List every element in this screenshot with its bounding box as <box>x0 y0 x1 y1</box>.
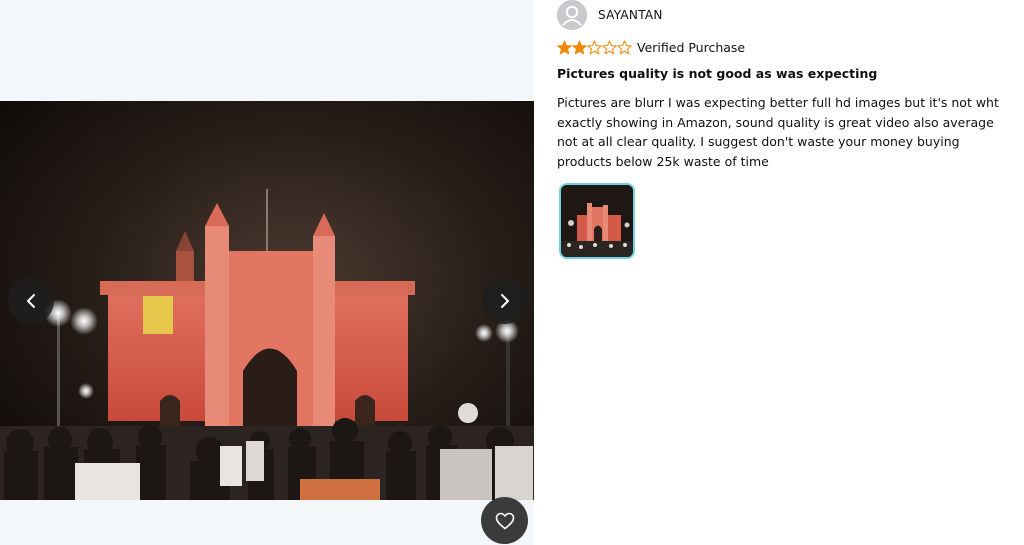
star-rating[interactable] <box>557 40 632 55</box>
previous-image-button[interactable] <box>8 278 54 324</box>
heart-icon <box>495 512 514 529</box>
review-photo <box>0 101 534 500</box>
avatar <box>557 0 587 30</box>
next-image-button[interactable] <box>482 278 528 324</box>
rating-row: Verified Purchase <box>557 38 745 56</box>
star-empty-icon <box>602 40 617 54</box>
reviewer-info: SAYANTAN <box>557 0 663 30</box>
favorite-button[interactable] <box>481 497 528 544</box>
star-empty-icon <box>617 40 632 54</box>
chevron-left-icon <box>27 294 35 308</box>
review-image-thumbnail[interactable] <box>559 183 635 259</box>
star-filled-icon <box>557 40 572 54</box>
image-viewer <box>0 0 534 545</box>
star-empty-icon <box>587 40 602 54</box>
review-title: Pictures quality is not good as was expe… <box>557 66 878 81</box>
star-filled-icon <box>572 40 587 54</box>
review-body: Pictures are blurr I was expecting bette… <box>557 95 999 169</box>
chevron-right-icon <box>501 294 509 308</box>
reviewer-name[interactable]: SAYANTAN <box>598 8 663 22</box>
user-icon <box>557 0 587 30</box>
verified-purchase-badge: Verified Purchase <box>637 39 746 55</box>
